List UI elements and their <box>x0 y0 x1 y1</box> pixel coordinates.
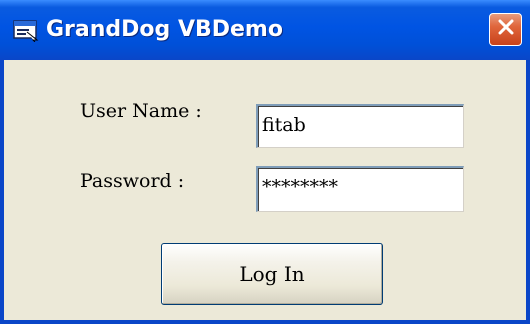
username-field[interactable]: fitab <box>256 104 464 148</box>
window-title: GrandDog VBDemo <box>46 17 283 42</box>
window-frame-right <box>526 60 530 324</box>
close-icon <box>496 17 516 42</box>
close-button[interactable] <box>489 13 522 46</box>
password-label: Password : <box>80 170 185 192</box>
login-button[interactable]: Log In <box>161 243 383 305</box>
password-field[interactable]: ******** <box>256 166 464 212</box>
username-label: User Name : <box>80 100 202 122</box>
app-window-icon <box>13 18 39 43</box>
window-frame-bottom <box>0 320 530 324</box>
window-frame-left <box>0 60 4 324</box>
title-bar[interactable]: GrandDog VBDemo <box>0 0 530 60</box>
login-button-label: Log In <box>239 262 305 286</box>
login-dialog: GrandDog VBDemo User Name : fitab Passwo… <box>0 0 530 324</box>
